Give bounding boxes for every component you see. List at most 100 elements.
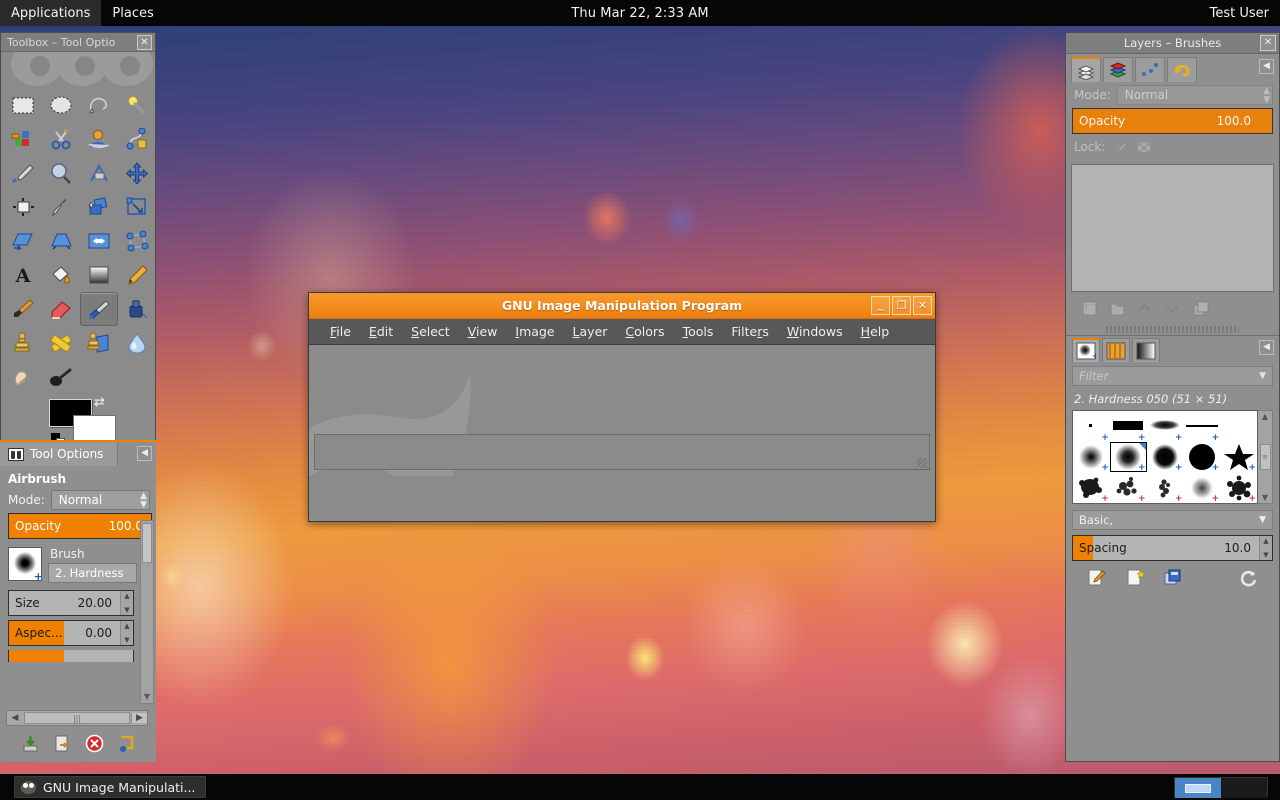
mode-select[interactable]: Normal ▲▼ (51, 490, 150, 510)
menu-image[interactable]: Image (506, 321, 563, 342)
restore-icon[interactable] (52, 733, 72, 753)
brush-grid-scrollbar[interactable]: ▲ ≡ ▼ (1258, 410, 1273, 504)
scale-tool[interactable] (118, 190, 156, 224)
perspective-tool[interactable] (42, 224, 80, 258)
background-color-swatch[interactable] (73, 415, 116, 443)
tab-patterns[interactable] (1102, 338, 1130, 362)
delete-icon[interactable] (1200, 567, 1220, 587)
new-group-icon[interactable] (1107, 298, 1127, 318)
minimize-button[interactable]: _ (871, 296, 890, 315)
smudge-tool[interactable] (4, 360, 42, 394)
menu-edit[interactable]: Edit (360, 321, 402, 342)
workspace-2[interactable] (1221, 778, 1267, 798)
eraser-tool[interactable] (42, 292, 80, 326)
perspective-clone-tool[interactable] (80, 326, 118, 360)
clone-tool[interactable] (4, 326, 42, 360)
menu-layer[interactable]: Layer (564, 321, 617, 342)
close-button[interactable]: ✕ (913, 296, 932, 315)
paths-tool[interactable] (118, 122, 156, 156)
size-stepper[interactable]: ▲▼ (120, 591, 133, 615)
gimp-window-titlebar[interactable]: GNU Image Manipulation Program _ ❐ ✕ (309, 293, 935, 319)
panel-clock[interactable]: Thu Mar 22, 2:33 AM (0, 6, 1280, 21)
angle-slider[interactable]: ▲▼ (8, 650, 134, 662)
ellipse-select-tool[interactable] (42, 88, 80, 122)
free-select-tool[interactable] (80, 88, 118, 122)
blur-sharpen-tool[interactable] (118, 326, 156, 360)
chevron-up-icon[interactable] (1135, 298, 1155, 318)
alignment-tool[interactable] (4, 190, 42, 224)
reset-icon[interactable] (116, 733, 136, 753)
tool-options-hscrollbar[interactable]: ◀ ||| ▶ (6, 710, 148, 726)
menu-windows[interactable]: Windows (778, 321, 852, 342)
menu-help[interactable]: Help (852, 321, 899, 342)
lock-pixels-icon[interactable] (1114, 140, 1128, 154)
menu-file[interactable]: File (321, 321, 360, 342)
gimp-empty-canvas[interactable] (309, 345, 935, 476)
chevron-down-icon[interactable]: ▼ (1259, 371, 1266, 381)
delete-icon[interactable] (84, 733, 104, 753)
text-tool[interactable]: A (4, 258, 42, 292)
fuzzy-select-tool[interactable] (118, 88, 156, 122)
maximize-button[interactable]: ❐ (892, 296, 911, 315)
foreground-select-tool[interactable] (80, 122, 118, 156)
edit-icon[interactable] (1087, 567, 1107, 587)
tool-options-scrollbar[interactable]: ▼ (140, 520, 154, 704)
brush-star[interactable]: + (1220, 442, 1257, 473)
heal-tool[interactable] (42, 326, 80, 360)
shear-tool[interactable] (4, 224, 42, 258)
tab-menu-icon[interactable]: ◀ (1259, 59, 1274, 74)
duplicate-icon[interactable] (1162, 567, 1182, 587)
menu-view[interactable]: View (459, 321, 507, 342)
user-menu[interactable]: Test User (1210, 6, 1269, 21)
measure-tool[interactable] (80, 156, 118, 190)
brush-acrylic-01[interactable]: + (1073, 472, 1110, 503)
duplicate-icon[interactable] (1190, 298, 1210, 318)
chevron-down-icon[interactable]: ▼ (1259, 515, 1266, 525)
brush-bristles-01[interactable]: + (1220, 472, 1257, 503)
tab-undo-history[interactable] (1167, 57, 1197, 82)
save-icon[interactable] (20, 733, 40, 753)
close-icon[interactable]: ✕ (137, 35, 152, 50)
anchor-icon[interactable] (1218, 298, 1238, 318)
brush-acrylic-02[interactable]: + (1110, 472, 1147, 503)
brush-hardness-050[interactable]: + (1110, 442, 1147, 473)
new-layer-icon[interactable] (1080, 298, 1100, 318)
select-by-color-tool[interactable] (4, 122, 42, 156)
dock-drag-handle[interactable] (1106, 326, 1239, 333)
flip-tool[interactable] (80, 224, 118, 258)
menu-colors[interactable]: Colors (616, 321, 673, 342)
gimp-statusbar[interactable] (314, 434, 930, 470)
workspace-1[interactable] (1175, 778, 1221, 798)
spacing-stepper[interactable]: ▲▼ (1259, 536, 1272, 560)
brush-hardness-100[interactable]: + (1183, 442, 1220, 473)
tab-menu-icon[interactable]: ◀ (137, 446, 152, 461)
blend-tool[interactable] (80, 258, 118, 292)
brush-filter-input[interactable]: Filter ▼ (1072, 366, 1273, 386)
refresh-icon[interactable] (1238, 567, 1258, 587)
tab-layers[interactable] (1071, 57, 1101, 82)
brush-acrylic-03[interactable]: + (1147, 472, 1184, 503)
brush-airbrush-01[interactable]: + (1183, 472, 1220, 503)
color-picker-tool[interactable] (4, 156, 42, 190)
zoom-tool[interactable] (42, 156, 80, 190)
bucket-fill-tool[interactable] (42, 258, 80, 292)
lock-alpha-icon[interactable] (1137, 140, 1151, 154)
layer-list[interactable] (1071, 164, 1274, 292)
brush-block-01[interactable]: + (1110, 411, 1147, 442)
dodge-burn-tool[interactable] (42, 360, 80, 394)
delete-icon[interactable] (1245, 298, 1265, 318)
close-icon[interactable]: ✕ (1260, 35, 1276, 51)
brush-hline[interactable]: + (1183, 411, 1220, 442)
tab-tool-options[interactable]: Tool Options (0, 442, 118, 466)
move-tool[interactable] (118, 156, 156, 190)
aspect-slider[interactable]: Aspec... 0.00 ▲▼ (8, 620, 134, 646)
brush-hardness-075[interactable]: + (1147, 442, 1184, 473)
brush-hardness-025[interactable]: + (1073, 442, 1110, 473)
chevron-down-icon[interactable] (1162, 298, 1182, 318)
tab-channels[interactable] (1103, 57, 1133, 82)
new-icon[interactable] (1125, 567, 1145, 587)
tab-paths[interactable] (1135, 57, 1165, 82)
crop-tool[interactable] (42, 190, 80, 224)
brush-grid[interactable]: + + + + + + + + + + + + + + (1072, 410, 1258, 504)
menu-tools[interactable]: Tools (674, 321, 723, 342)
